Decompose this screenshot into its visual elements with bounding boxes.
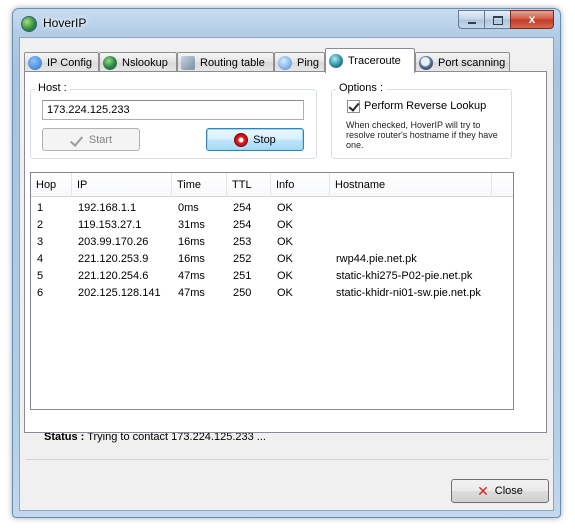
host-value: 173.224.125.233 [47, 104, 130, 116]
cell-ip: 203.99.170.26 [78, 236, 149, 248]
options-label: Options : [336, 82, 387, 94]
column-header-hostname[interactable]: Hostname [330, 173, 492, 197]
cell-time: 47ms [178, 270, 205, 282]
window-close-button[interactable]: x [510, 10, 554, 29]
magnifier-icon [419, 55, 433, 70]
column-header-time[interactable]: Time [172, 173, 227, 197]
cell-hostname [330, 234, 336, 251]
tab-ip-config[interactable]: IP Config [24, 52, 99, 72]
cell-ip: 192.168.1.1 [78, 202, 137, 214]
start-button[interactable]: Start [42, 128, 140, 151]
tab-label: Nslookup [122, 56, 168, 69]
cell-hop: 1 [37, 202, 44, 214]
close-label: Close [494, 485, 523, 497]
host-label: Host : [35, 82, 70, 94]
table-row[interactable]: 4 221.120.253.9 16ms 252 OK rwp44.pie.net.pk [31, 251, 513, 268]
tab-nslookup[interactable]: Nslookup [99, 52, 177, 72]
host-group: Host : 173.224.125.233 Start Stop [30, 82, 317, 159]
cell-time: 16ms [178, 236, 205, 248]
column-header-info[interactable]: Info [271, 173, 330, 197]
start-check-icon [70, 134, 84, 146]
cell-hostname [330, 200, 336, 217]
close-icon: x [528, 12, 536, 26]
cell-hop: 6 [37, 287, 44, 299]
cell-hostname: rwp44.pie.net.pk [336, 253, 417, 265]
column-header-ttl[interactable]: TTL [227, 173, 271, 197]
cell-ttl: 251 [233, 270, 252, 282]
close-button[interactable]: ✕ Close [451, 479, 549, 503]
cell-info: OK [277, 202, 293, 214]
cell-info: OK [277, 270, 293, 282]
options-group: Options : Perform Reverse Lookup When ch… [331, 82, 512, 159]
ping-icon [278, 55, 292, 70]
network-icon [181, 55, 195, 70]
cell-ttl: 254 [233, 219, 252, 231]
cell-info: OK [277, 287, 293, 299]
globe-route-icon [329, 54, 343, 68]
globe-icon [103, 55, 117, 70]
reverse-lookup-checkbox[interactable] [347, 100, 360, 113]
cell-time: 47ms [178, 287, 205, 299]
hoverip-app-icon [21, 16, 37, 32]
tab-label: Traceroute [348, 55, 401, 67]
traceroute-panel: Host : 173.224.125.233 Start Stop Option… [24, 71, 547, 433]
cell-hostname: static-khidr-ni01-sw.pie.net.pk [336, 287, 481, 299]
cell-info: OK [277, 219, 293, 231]
host-input[interactable]: 173.224.125.233 [42, 100, 304, 120]
reverse-lookup-hint: When checked, HoverIP will try to resolv… [346, 120, 498, 150]
cell-ttl: 252 [233, 253, 252, 265]
traceroute-results-list[interactable]: Hop IP Time TTL Info Hostname 1 192.168.1… [30, 172, 514, 410]
tab-label: Ping [297, 56, 320, 69]
main-window: HoverIP x IP Config Nslookup Routing tab… [12, 8, 561, 518]
window-title: HoverIP [43, 16, 87, 30]
stop-button[interactable]: Stop [206, 128, 304, 151]
title-bar[interactable]: HoverIP x [13, 9, 560, 37]
minimize-button[interactable] [458, 10, 484, 29]
stop-label: Stop [253, 133, 276, 146]
cell-ip: 119.153.27.1 [78, 219, 142, 231]
cell-hop: 2 [37, 219, 44, 231]
cell-ip: 221.120.253.9 [78, 253, 149, 265]
table-row[interactable]: 5 221.120.254.6 47ms 251 OK static-khi275-P02… [31, 268, 513, 285]
cell-ip: 221.120.254.6 [78, 270, 149, 282]
start-label: Start [88, 133, 113, 146]
tab-label: Port scanning [438, 56, 506, 69]
reverse-lookup-label[interactable]: Perform Reverse Lookup [364, 100, 486, 112]
list-header: Hop IP Time TTL Info Hostname [31, 173, 513, 197]
tab-ping[interactable]: Ping [274, 52, 325, 72]
caption-buttons: x [458, 10, 554, 29]
stop-icon [234, 132, 249, 147]
maximize-button[interactable] [484, 10, 510, 29]
table-row[interactable]: 6 202.125.128.141 47ms 250 OK static-khidr-ni… [31, 285, 513, 302]
table-row[interactable]: 2 119.153.27.1 31ms 254 OK [31, 217, 513, 234]
cell-info: OK [277, 236, 293, 248]
cell-hostname [330, 217, 336, 234]
client-area: IP Config Nslookup Routing table Ping Tr… [19, 37, 554, 511]
table-row[interactable]: 1 192.168.1.1 0ms 254 OK [31, 200, 513, 217]
cell-info: OK [277, 253, 293, 265]
cell-ttl: 254 [233, 202, 252, 214]
tab-port-scanning[interactable]: Port scanning [415, 52, 510, 72]
table-row[interactable]: 3 203.99.170.26 16ms 253 OK [31, 234, 513, 251]
tab-routing-table[interactable]: Routing table [177, 52, 274, 72]
cell-hop: 3 [37, 236, 44, 248]
cell-hostname: static-khi275-P02-pie.net.pk [336, 270, 473, 282]
cell-ttl: 250 [233, 287, 252, 299]
footer-divider [26, 459, 549, 460]
cell-time: 31ms [178, 219, 205, 231]
cell-hop: 5 [37, 270, 44, 282]
close-x-icon: ✕ [477, 483, 489, 499]
column-header-ip[interactable]: IP [72, 173, 172, 197]
cell-ttl: 253 [233, 236, 252, 248]
column-header-hop[interactable]: Hop [31, 173, 72, 197]
cell-time: 16ms [178, 253, 205, 265]
tab-label: Routing table [200, 56, 265, 69]
tab-traceroute[interactable]: Traceroute [325, 48, 415, 73]
cell-hop: 4 [37, 253, 44, 265]
info-icon [28, 55, 42, 70]
cell-ip: 202.125.128.141 [78, 287, 161, 299]
tab-label: IP Config [47, 56, 93, 69]
cell-time: 0ms [178, 202, 199, 214]
